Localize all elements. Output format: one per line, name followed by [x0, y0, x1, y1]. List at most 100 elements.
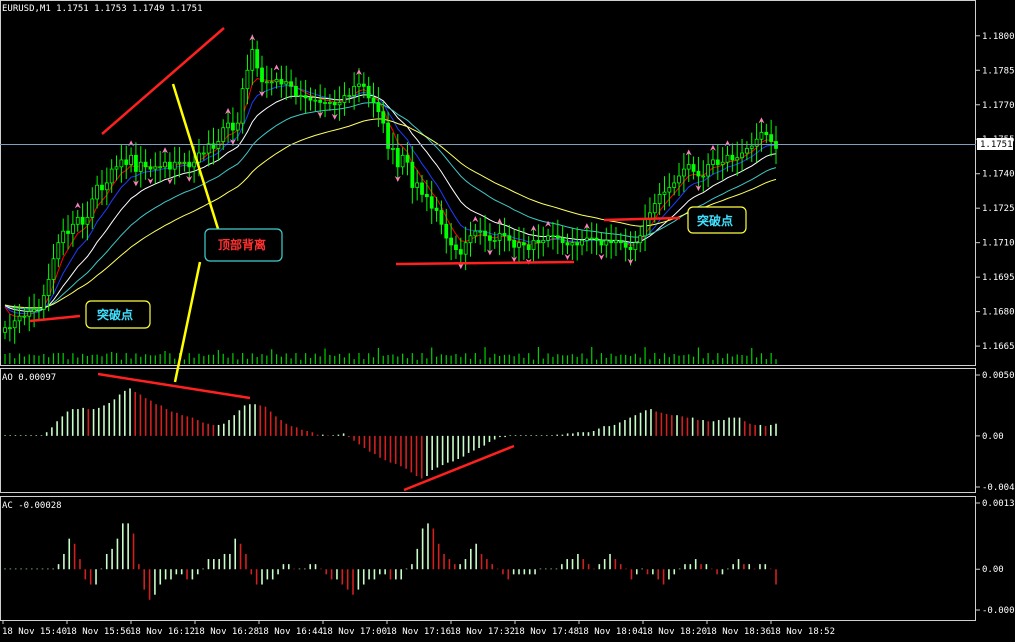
candle-body: [187, 161, 192, 168]
divergence-label: 顶部背离: [218, 237, 266, 252]
candle: [303, 79, 308, 114]
candle-body: [488, 235, 492, 241]
axis-ticks: 1.18001.17851.17701.17551.17401.17251.17…: [2, 32, 1015, 637]
trading-chart[interactable]: 1.18001.17851.17701.17551.17401.17251.17…: [0, 0, 1015, 642]
candle-body: [555, 235, 560, 239]
candle-body: [686, 164, 691, 170]
candle: [284, 65, 289, 101]
candle: [715, 144, 720, 180]
candle-body: [85, 216, 90, 225]
candle: [633, 230, 638, 262]
candle-body: [468, 235, 473, 244]
candle-body: [255, 49, 260, 69]
time-tick-label: 18 Nov 18:20: [642, 627, 707, 637]
fractal-down: [564, 253, 571, 260]
candle-body: [206, 143, 211, 154]
candle-body: [66, 230, 70, 234]
candle: [235, 112, 240, 141]
candle: [37, 298, 41, 320]
candle-body: [618, 239, 623, 244]
breakout-line-1: [29, 314, 81, 323]
candle-body: [70, 223, 75, 234]
candle-body: [274, 79, 279, 83]
candle: [167, 152, 172, 180]
candle: [221, 119, 226, 151]
candle: [546, 228, 550, 248]
candle-body: [51, 258, 56, 280]
fractal-up: [128, 140, 135, 147]
candle-body: [623, 242, 628, 248]
candle-body: [250, 49, 255, 71]
candle: [551, 221, 555, 250]
candle: [143, 149, 148, 180]
candle-body: [37, 308, 41, 311]
candle-body: [177, 161, 182, 164]
candle-body: [667, 187, 672, 193]
candle-body: [546, 235, 550, 241]
candle-body: [769, 134, 774, 142]
candle: [468, 221, 473, 257]
candle: [502, 217, 507, 252]
candle-body: [701, 175, 706, 178]
candle: [701, 160, 706, 192]
candle-body: [589, 237, 594, 240]
candle: [129, 147, 133, 173]
candle: [153, 152, 158, 184]
candle-body: [424, 193, 429, 198]
time-tick-label: 18 Nov 17:00: [322, 627, 387, 637]
candle: [313, 89, 318, 112]
candle-body: [677, 175, 681, 184]
candle: [32, 293, 36, 328]
candle-body: [638, 235, 643, 244]
candle-body: [347, 95, 352, 97]
candle-body: [715, 159, 720, 165]
candle: [391, 132, 395, 165]
candle: [308, 87, 313, 111]
candle-body: [192, 161, 197, 168]
candle-body: [308, 97, 313, 101]
candle: [158, 150, 163, 183]
candle: [182, 152, 187, 172]
candle-body: [119, 159, 124, 168]
candle-body: [298, 95, 303, 97]
candle-body: [148, 166, 153, 170]
candle-body: [245, 69, 250, 90]
candle: [691, 156, 696, 180]
candle-body: [410, 161, 415, 188]
candle-body: [376, 102, 381, 113]
candle: [337, 86, 342, 121]
candle-body: [231, 122, 235, 131]
candle-body: [444, 223, 449, 239]
candle: [294, 77, 298, 105]
candle-body: [27, 311, 32, 317]
candle-body: [628, 246, 633, 250]
candle: [361, 72, 366, 99]
candle: [429, 180, 434, 225]
candle-body: [289, 81, 293, 87]
candle: [279, 65, 284, 98]
ac-histogram: [4, 523, 777, 600]
candle-body: [492, 239, 497, 242]
candle: [536, 224, 541, 259]
candle-body: [749, 145, 754, 149]
ma-cyan: [4, 102, 777, 310]
candle: [269, 68, 274, 96]
candle: [609, 224, 614, 259]
candle: [66, 215, 70, 250]
candle-body: [691, 164, 696, 172]
candle-body: [584, 237, 589, 241]
candle: [667, 173, 672, 207]
ao-tick-label: -0.0042: [982, 483, 1015, 493]
candle-body: [327, 102, 332, 104]
candle-body: [61, 230, 66, 244]
candle-body: [32, 308, 36, 313]
candle-body: [420, 182, 424, 195]
ao-panel-frame: [0, 368, 976, 493]
candle: [138, 146, 143, 188]
candle: [114, 155, 119, 181]
candle-body: [526, 244, 531, 250]
candle-body: [294, 85, 298, 96]
candle: [589, 222, 594, 254]
candle-body: [536, 239, 541, 244]
candle: [12, 304, 17, 344]
